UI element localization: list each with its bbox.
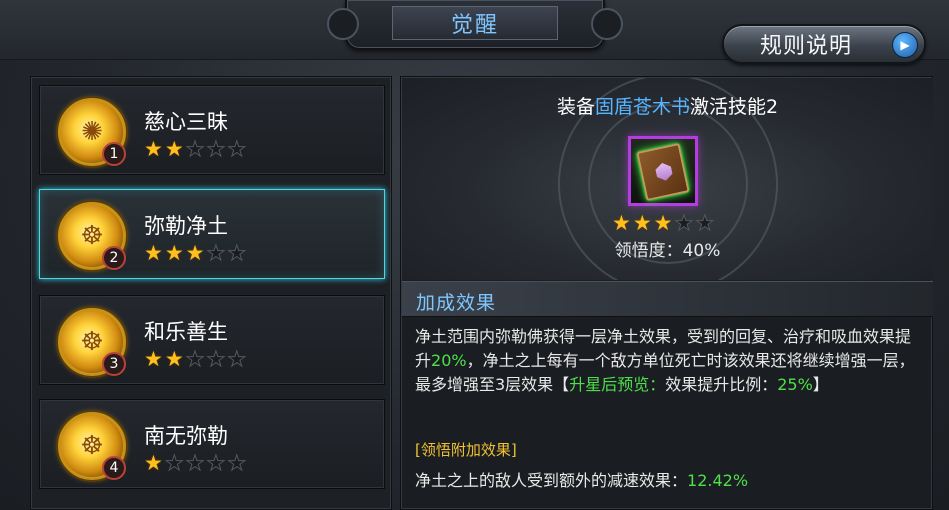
extra-effect-text: 净土之上的敌人受到额外的减速效果：12.42% bbox=[415, 467, 748, 491]
skill-list: ✺ 1 慈心三昧 ★ ★ ★ ★ ★ ☸ 2 弥勒净土 ★ ★ ★ ★ ★ ☸ 3 和乐善生 ★… bbox=[30, 76, 392, 510]
skill-name: 弥勒净土 bbox=[144, 214, 228, 238]
equip-prefix: 装备 bbox=[556, 96, 595, 118]
skill-name: 慈心三昧 bbox=[144, 110, 228, 134]
extra-text: 净土之上的敌人受到额外的减速效果： bbox=[415, 471, 688, 490]
equipment-section: 装备固盾苍木书激活技能2 ★ ★ ★ ★ ★ 领悟度：40% bbox=[402, 78, 933, 280]
star-filled-icon: ★ bbox=[653, 211, 673, 235]
star-rating: ★ ★ ★ ★ ★ bbox=[144, 451, 247, 475]
book-icon bbox=[636, 142, 690, 202]
skill-number-badge: 1 bbox=[102, 142, 126, 166]
bonus-text: 】 bbox=[812, 375, 829, 394]
extra-effect-title: [领悟附加效果] bbox=[415, 441, 517, 459]
bonus-text: 效果提升比例： bbox=[665, 375, 778, 394]
star-filled-icon: ★ bbox=[612, 211, 631, 235]
title-plate: 觉醒 bbox=[327, 0, 623, 50]
gem-icon bbox=[654, 161, 673, 182]
skill-name: 和乐善生 bbox=[144, 320, 228, 344]
bonus-value: 20% bbox=[431, 351, 467, 370]
skill-number-badge: 4 bbox=[102, 456, 126, 480]
equip-suffix: 激活技能2 bbox=[689, 96, 779, 118]
skill-name: 南无弥勒 bbox=[144, 424, 228, 448]
star-empty-icon: ★ bbox=[185, 347, 205, 371]
equipment-item-slot[interactable] bbox=[628, 136, 698, 206]
star-empty-icon: ★ bbox=[206, 241, 226, 265]
skill-number-badge: 3 bbox=[102, 352, 126, 376]
equip-item-link[interactable]: 固盾苍木书 bbox=[595, 96, 690, 118]
star-empty-icon: ★ bbox=[227, 241, 247, 265]
extra-value: 12.42% bbox=[687, 471, 749, 490]
equip-star-rating: ★ ★ ★ ★ ★ bbox=[612, 211, 715, 235]
star-empty-icon: ★ bbox=[185, 137, 205, 161]
star-filled-icon: ★ bbox=[144, 137, 163, 161]
bonus-description: 净土范围内弥勒佛获得一层净土效果，受到的回复、治疗和吸血效果提升20%，净土之上… bbox=[415, 325, 925, 397]
star-empty-icon: ★ bbox=[206, 451, 226, 475]
star-filled-icon: ★ bbox=[144, 241, 163, 265]
understanding-value: 领悟度：40% bbox=[614, 241, 721, 261]
star-filled-icon: ★ bbox=[144, 451, 163, 475]
star-empty-icon: ★ bbox=[227, 137, 247, 161]
star-empty-icon: ★ bbox=[206, 347, 226, 371]
skill-item-3[interactable]: ☸ 3 和乐善生 ★ ★ ★ ★ ★ bbox=[39, 295, 385, 385]
star-empty-icon: ★ bbox=[185, 451, 205, 475]
star-empty-icon: ★ bbox=[227, 347, 247, 371]
skill-item-2[interactable]: ☸ 2 弥勒净土 ★ ★ ★ ★ ★ bbox=[39, 189, 385, 279]
star-rating: ★ ★ ★ ★ ★ bbox=[144, 347, 247, 371]
star-filled-icon: ★ bbox=[144, 347, 163, 371]
skill-item-1[interactable]: ✺ 1 慈心三昧 ★ ★ ★ ★ ★ bbox=[39, 85, 385, 175]
equip-activation-text: 装备固盾苍木书激活技能2 bbox=[402, 92, 933, 119]
star-empty-icon: ★ bbox=[674, 211, 694, 235]
skill-detail-panel: 装备固盾苍木书激活技能2 ★ ★ ★ ★ ★ 领悟度：40% 加成效果 净土范围内弥勒佛… bbox=[400, 76, 933, 510]
bonus-title: 加成效果 bbox=[416, 292, 497, 314]
skill-item-4[interactable]: ☸ 4 南无弥勒 ★ ★ ★ ★ ★ bbox=[39, 399, 385, 489]
star-filled-icon: ★ bbox=[164, 347, 184, 371]
star-empty-icon: ★ bbox=[695, 211, 715, 235]
star-empty-icon: ★ bbox=[227, 451, 247, 475]
page-title: 觉醒 bbox=[450, 13, 499, 38]
star-rating: ★ ★ ★ ★ ★ bbox=[144, 137, 247, 161]
rules-button[interactable]: 规则说明 ▶ bbox=[722, 24, 926, 64]
star-filled-icon: ★ bbox=[185, 241, 205, 265]
star-filled-icon: ★ bbox=[632, 211, 652, 235]
skill-number-badge: 2 bbox=[102, 246, 126, 270]
star-rating: ★ ★ ★ ★ ★ bbox=[144, 241, 247, 265]
rules-button-label: 规则说明 bbox=[760, 34, 853, 59]
star-filled-icon: ★ bbox=[164, 241, 184, 265]
star-empty-icon: ★ bbox=[164, 451, 184, 475]
star-empty-icon: ★ bbox=[206, 137, 226, 161]
play-arrow-icon: ▶ bbox=[892, 32, 918, 58]
bonus-value: 25% bbox=[777, 375, 813, 394]
title-inner: 觉醒 bbox=[392, 6, 558, 40]
preview-label: 升星后预览： bbox=[569, 375, 666, 394]
star-filled-icon: ★ bbox=[164, 137, 184, 161]
bonus-header: 加成效果 bbox=[402, 281, 933, 317]
